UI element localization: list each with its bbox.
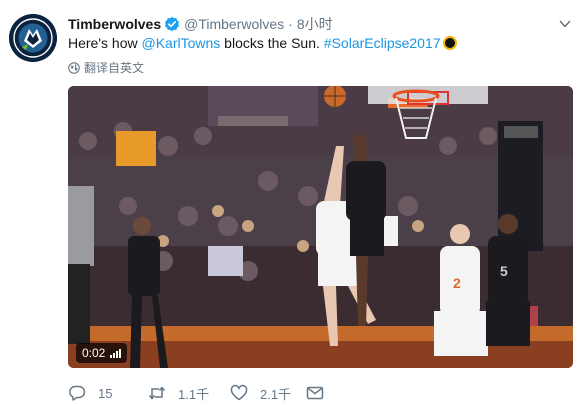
hashtag-link[interactable]: #SolarEclipse2017	[324, 34, 441, 52]
direct-message-button[interactable]	[306, 381, 336, 405]
timestamp[interactable]: 8小时	[297, 14, 333, 34]
translate-link[interactable]: 翻译自英文	[68, 59, 144, 76]
chevron-down-icon	[559, 20, 571, 28]
tweet-header: Timberwolves @Timberwolves · 8小时	[68, 14, 333, 34]
retweet-button[interactable]: 1.1千	[148, 381, 209, 405]
tweet-card: Timberwolves @Timberwolves · 8小时 Here's …	[0, 0, 587, 405]
separator-dot: ·	[288, 16, 293, 32]
avatar[interactable]	[9, 14, 57, 62]
like-button[interactable]: 2.1千	[230, 381, 291, 405]
volume-icon	[110, 348, 122, 358]
like-count: 2.1千	[260, 386, 292, 402]
more-options-button[interactable]	[555, 14, 575, 34]
video-player[interactable]: 2 5	[68, 86, 573, 368]
mention-link[interactable]: @KarlTowns	[141, 34, 220, 52]
reply-icon	[69, 385, 86, 401]
tweet-actions: 15 1.1千 2.1千	[68, 381, 573, 405]
tweet-text-part: Here's how	[68, 35, 142, 51]
translate-label: 翻译自英文	[84, 61, 145, 75]
jersey-number: 2	[453, 275, 461, 291]
display-name[interactable]: Timberwolves	[68, 16, 161, 32]
video-duration: 0:02	[82, 346, 106, 360]
handle[interactable]: @Timberwolves	[184, 16, 284, 32]
tweet-text-part: blocks the Sun.	[220, 35, 324, 51]
verified-badge-icon	[165, 16, 180, 32]
retweet-count: 1.1千	[178, 386, 210, 402]
reply-button[interactable]: 15	[68, 381, 112, 405]
globe-icon	[68, 61, 80, 74]
sun-emoji-icon	[442, 36, 457, 50]
like-icon	[230, 384, 248, 401]
retweet-icon	[148, 386, 166, 400]
video-frame: 2 5	[68, 86, 573, 368]
tweet-text: Here's how @KarlTowns blocks the Sun. #S…	[68, 34, 568, 52]
message-icon	[306, 386, 324, 400]
wolf-logo-icon	[9, 14, 57, 62]
video-duration-badge: 0:02	[76, 343, 128, 363]
reply-count: 15	[98, 385, 113, 401]
jersey-number: 5	[500, 263, 508, 279]
